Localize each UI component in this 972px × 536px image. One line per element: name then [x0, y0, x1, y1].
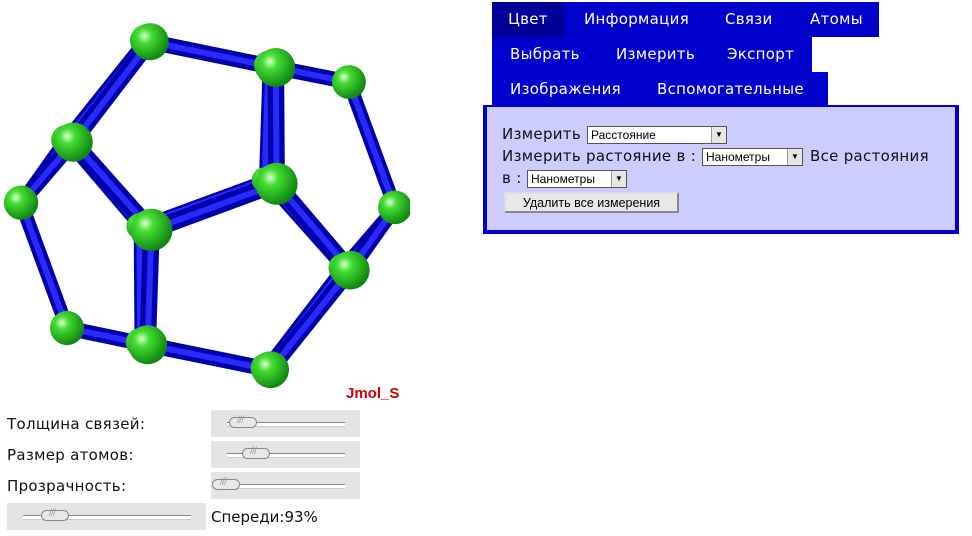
atom[interactable] [256, 48, 296, 87]
atom[interactable] [128, 325, 168, 365]
front-label-text: Спереди: [211, 508, 285, 526]
measure-panel: Измерить Расстояние ▼ Измерить растояние… [483, 105, 959, 234]
menu-export[interactable]: Экспорт [727, 37, 794, 72]
menu-bonds[interactable]: Связи [725, 2, 773, 37]
menu-row-2: Выбрать Измерить Экспорт [492, 37, 812, 72]
menu-measure[interactable]: Измерить [616, 37, 695, 72]
slider-thumb[interactable] [229, 415, 257, 428]
menu-color[interactable]: Цвет [492, 2, 564, 37]
bond-thickness-slider[interactable] [211, 410, 360, 437]
atom-size-label: Размер атомов: [7, 446, 134, 464]
menu-select[interactable]: Выбрать [510, 37, 580, 72]
atom[interactable] [252, 351, 290, 389]
menu-images[interactable]: Изображения [510, 72, 621, 107]
chevron-down-icon: ▼ [711, 127, 726, 143]
all-distances-label: Все растояния [810, 147, 929, 165]
chevron-down-icon: ▼ [611, 171, 626, 187]
slider-thumb[interactable] [242, 446, 270, 459]
slider-thumb[interactable] [212, 477, 240, 490]
transparency-label: Прозрачность: [7, 477, 127, 495]
atom[interactable] [50, 310, 85, 346]
atom[interactable] [331, 65, 366, 99]
atom[interactable] [3, 185, 39, 220]
measure-label: Измерить [502, 125, 581, 143]
slider-thumb[interactable] [41, 508, 69, 521]
measure-type-value: Расстояние [591, 128, 656, 142]
menu-information[interactable]: Информация [584, 2, 689, 37]
front-value: 93% [284, 508, 318, 526]
atom-size-slider[interactable] [211, 441, 360, 468]
atom[interactable] [130, 208, 173, 251]
chevron-down-icon: ▼ [787, 149, 802, 165]
menu-row-1: Цвет Информация Связи Атомы [492, 2, 879, 37]
delete-all-measurements-button[interactable]: Удалить все измерения [504, 192, 679, 213]
distance-units-value: Нанометры [706, 150, 770, 164]
all-distances-select[interactable]: Нанометры ▼ [527, 170, 627, 188]
distance-units-select[interactable]: Нанометры ▼ [702, 148, 803, 166]
transparency-slider[interactable] [211, 472, 360, 499]
menu-atoms[interactable]: Атомы [810, 2, 863, 37]
atom[interactable] [255, 162, 298, 205]
distance-units-label: Измерить растояние в : [502, 147, 697, 165]
atom[interactable] [131, 23, 169, 61]
bond-thickness-label: Толщина связей: [7, 415, 146, 433]
jmol-applet-label: Jmol_S [346, 385, 400, 402]
atom[interactable] [330, 250, 370, 290]
menu-row-3: Изображения Вспомогательные [492, 72, 828, 107]
molecule-viewer[interactable] [0, 0, 412, 405]
front-value-label: Спереди:93% [211, 508, 318, 526]
menu-auxiliary[interactable]: Вспомогательные [657, 72, 804, 107]
measure-type-select[interactable]: Расстояние ▼ [587, 126, 727, 144]
front-slider[interactable] [7, 503, 206, 530]
molecule-canvas[interactable] [0, 0, 412, 400]
all-distances-value: Нанометры [531, 172, 595, 186]
all-distances-label-cont: в : [502, 169, 522, 187]
atom[interactable] [53, 122, 93, 162]
bond-highlight [345, 79, 398, 211]
bond-highlight [18, 199, 71, 331]
